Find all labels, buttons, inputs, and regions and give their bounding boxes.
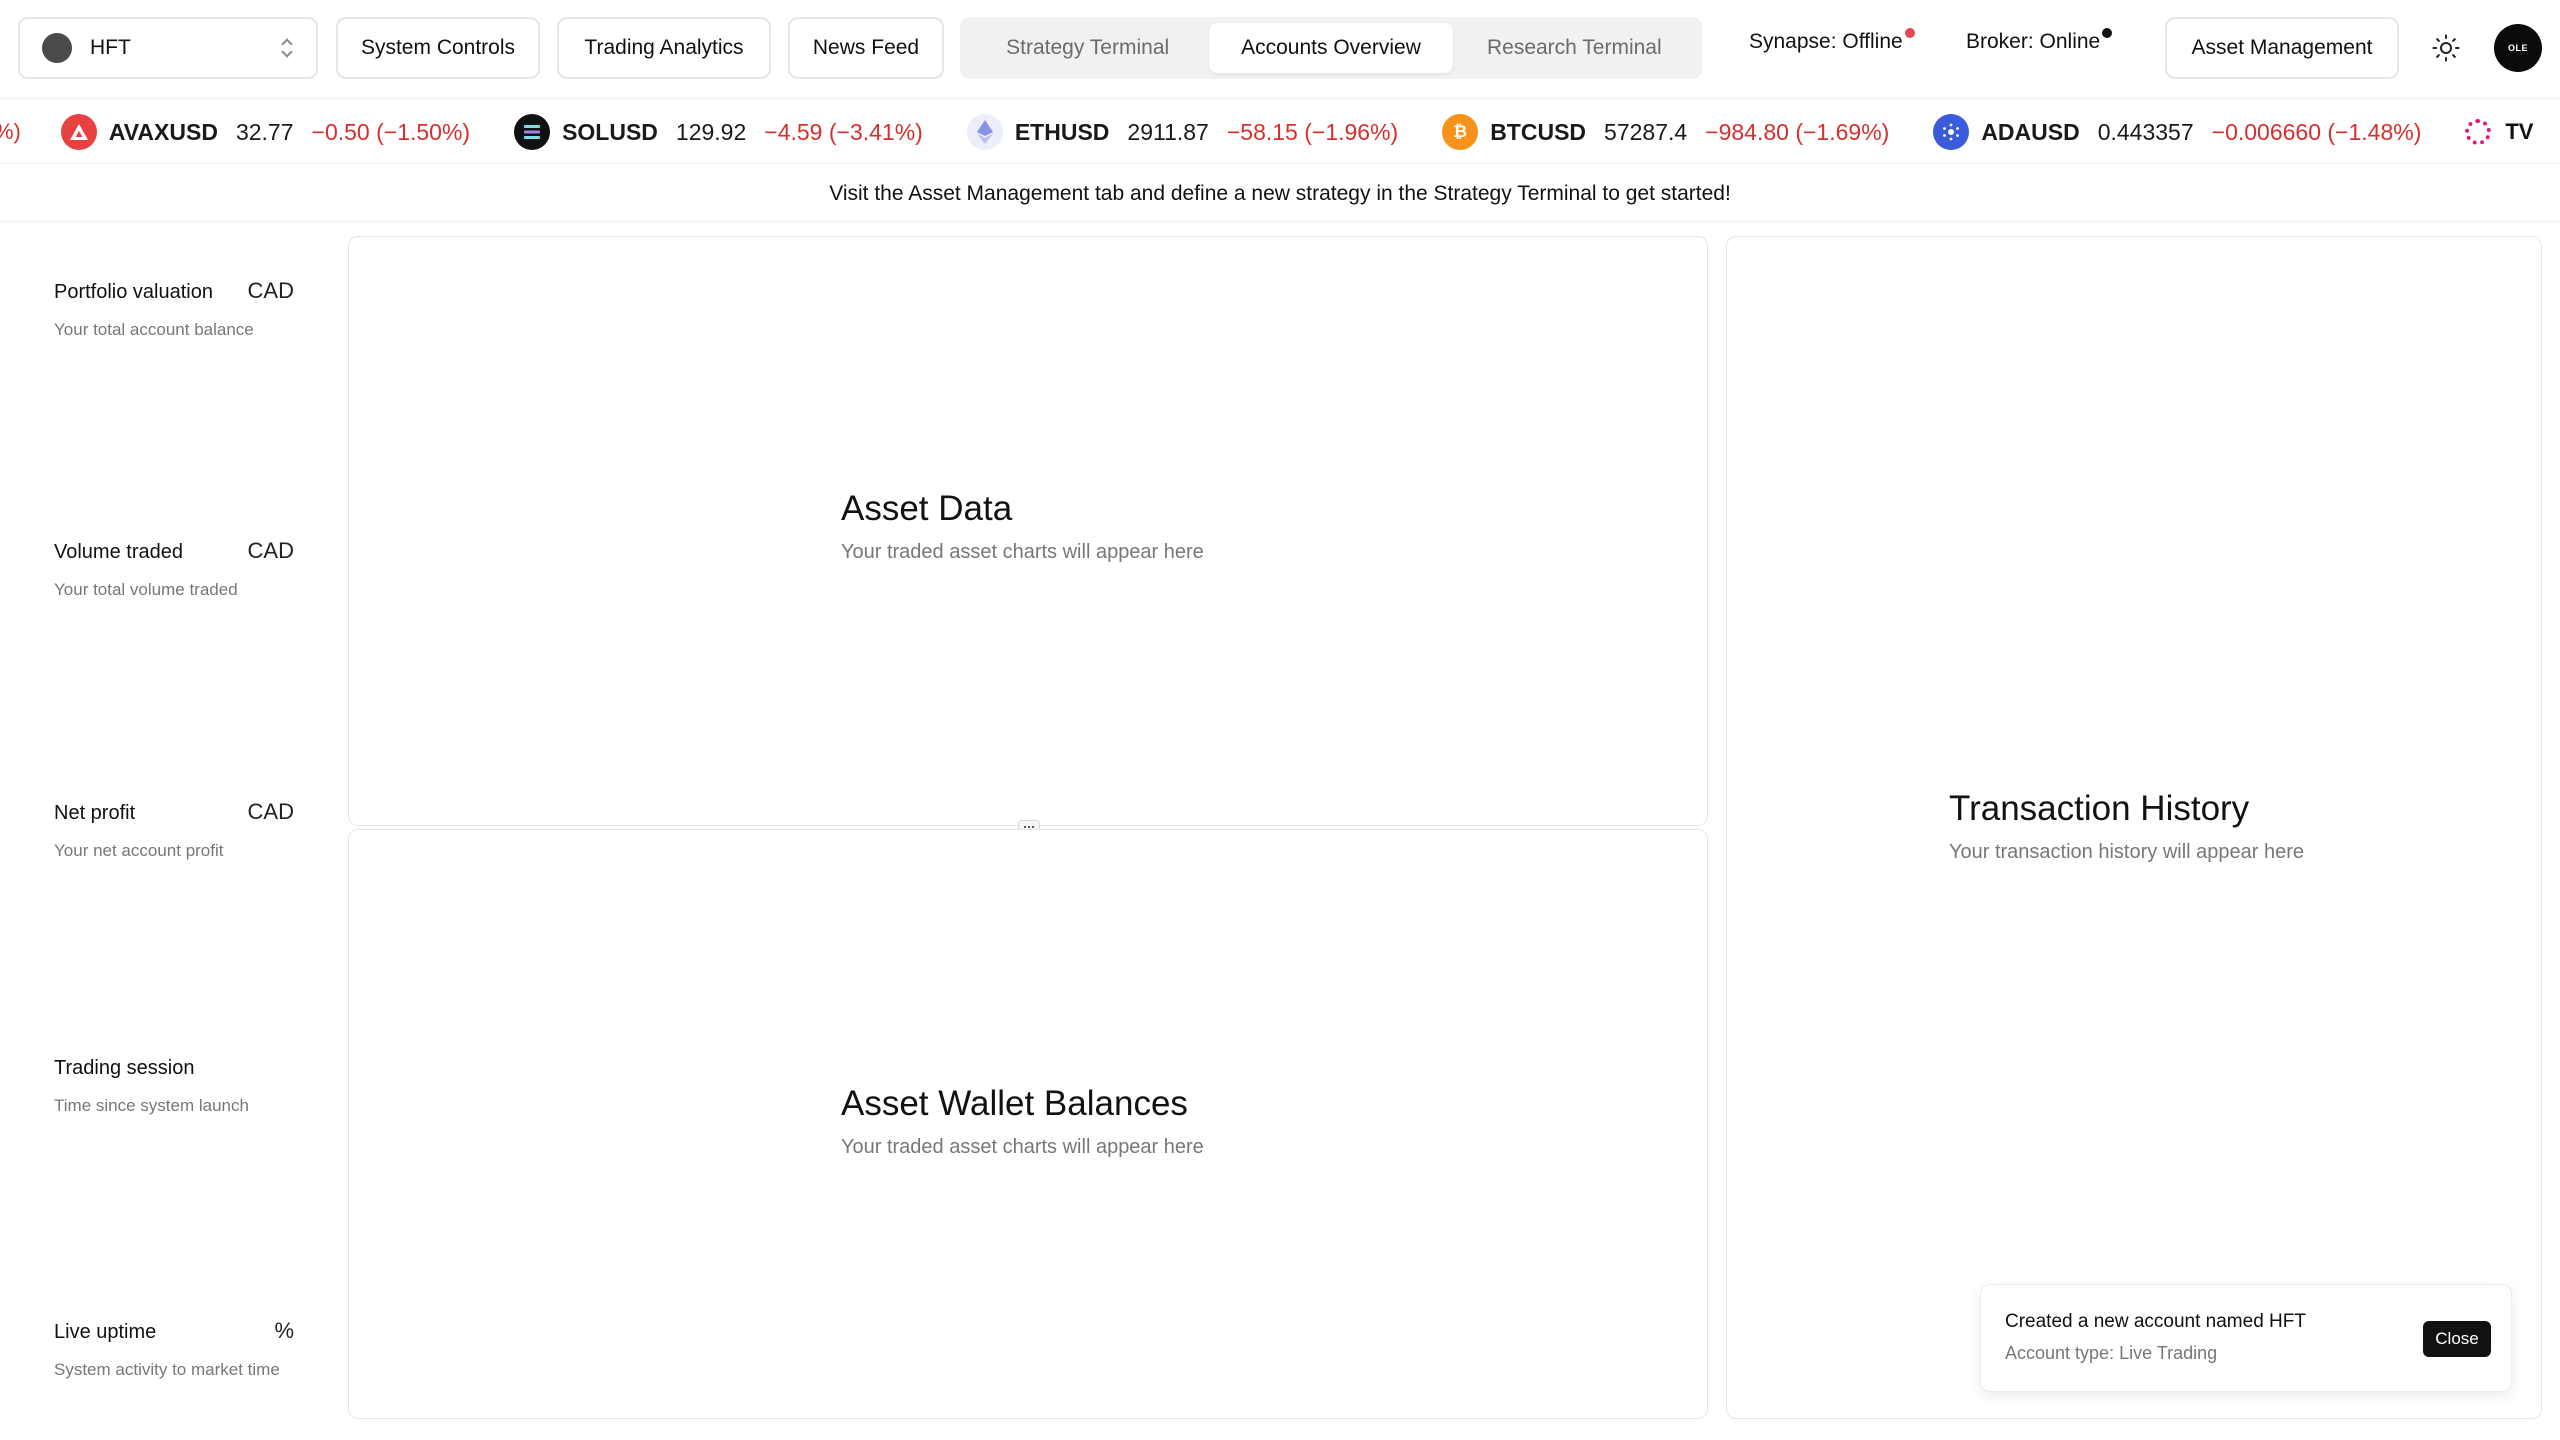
user-avatar[interactable]: OLE xyxy=(2494,24,2542,72)
ticker-item[interactable]: ADAUSD 0.443357 −0.006660 (−1.48%) xyxy=(1933,114,2421,150)
asset-management-button[interactable]: Asset Management xyxy=(2165,17,2399,79)
cardano-icon xyxy=(1933,114,1970,150)
ticker-item[interactable]: TV xyxy=(2465,119,2533,145)
stat-portfolio-valuation: Portfolio valuation CAD Your total accou… xyxy=(54,278,294,340)
offline-status-dot-icon xyxy=(1904,28,1915,38)
panel-title: Asset Data xyxy=(841,489,1013,528)
transaction-history-panel: Transaction History Your transaction his… xyxy=(1726,236,2542,1419)
ticker-change: −0.006660 (−1.48%) xyxy=(2211,118,2422,145)
panel-title: Asset Wallet Balances xyxy=(841,1084,1188,1123)
stat-description: Time since system launch xyxy=(54,1096,249,1115)
ticker-item[interactable]: ₿ BTCUSD 57287.4 −984.80 (−1.69%) xyxy=(1442,114,1889,150)
system-controls-button[interactable]: System Controls xyxy=(336,17,540,79)
toast-notification: Created a new account named HFT Account … xyxy=(1980,1284,2512,1392)
bitcoin-icon: ₿ xyxy=(1442,114,1479,150)
stat-description: Your net account profit xyxy=(54,841,224,860)
stat-unit: % xyxy=(274,1318,294,1343)
stat-unit: CAD xyxy=(247,538,294,563)
ticker-symbol: ADAUSD xyxy=(1981,118,2080,145)
panel-subtitle: Your transaction history will appear her… xyxy=(1949,841,2305,863)
stat-label: Live uptime xyxy=(54,1321,157,1343)
view-tabs: Strategy Terminal Accounts Overview Rese… xyxy=(960,17,1702,79)
stat-net-profit: Net profit CAD Your net account profit xyxy=(54,799,294,861)
ticker-price: 2911.87 xyxy=(1127,118,1209,145)
ticker-change: −984.80 (−1.69%) xyxy=(1705,118,1890,145)
ticker-symbol: ETHUSD xyxy=(1014,118,1110,145)
online-status-dot-icon xyxy=(2102,28,2113,38)
stat-trading-session: Trading session Time since system launch xyxy=(54,1057,294,1116)
asset-wallet-panel: Asset Wallet Balances Your traded asset … xyxy=(348,829,1708,1419)
broker-status[interactable]: Broker: Online xyxy=(1966,28,2113,54)
panel-title: Transaction History xyxy=(1949,789,2250,828)
news-feed-button[interactable]: News Feed xyxy=(788,17,944,79)
trading-analytics-button[interactable]: Trading Analytics xyxy=(557,17,771,79)
tradingview-logo-icon: TV xyxy=(2505,119,2534,144)
ticker-price: 57287.4 xyxy=(1604,118,1688,145)
ticker-price: 129.92 xyxy=(675,118,747,145)
tab-accounts-overview[interactable]: Accounts Overview xyxy=(1209,23,1453,73)
ticker-symbol: SOLUSD xyxy=(562,118,658,145)
stat-description: System activity to market time xyxy=(54,1360,280,1379)
tab-strategy-terminal[interactable]: Strategy Terminal xyxy=(966,23,1209,73)
stat-label: Trading session xyxy=(54,1057,195,1079)
stat-description: Your total volume traded xyxy=(54,580,238,599)
broker-status-label: Broker: Online xyxy=(1966,30,2101,53)
price-ticker: %) AVAXUSD 32.77 −0.50 (−1.50%) SOLUSD 1… xyxy=(0,98,2560,164)
ticker-item[interactable]: AVAXUSD 32.77 −0.50 (−1.50%) xyxy=(60,114,471,150)
ticker-symbol: AVAXUSD xyxy=(108,118,218,145)
stat-label: Volume traded xyxy=(54,541,183,563)
ticker-item[interactable]: SOLUSD 129.92 −4.59 (−3.41%) xyxy=(514,114,923,150)
stat-label: Net profit xyxy=(54,802,136,824)
stat-live-uptime: Live uptime % System activity to market … xyxy=(54,1318,294,1380)
ticker-item[interactable]: ETHUSD 2911.87 −58.15 (−1.96%) xyxy=(966,114,1399,150)
chevron-up-down-icon xyxy=(280,37,294,59)
sun-icon xyxy=(2432,34,2460,62)
ethereum-icon xyxy=(966,114,1003,150)
synapse-status-label: Synapse: Offline xyxy=(1749,30,1903,53)
panel-subtitle: Your traded asset charts will appear her… xyxy=(841,541,1204,563)
stat-unit: CAD xyxy=(247,799,294,824)
avax-icon xyxy=(60,114,97,150)
toast-close-button[interactable]: Close xyxy=(2423,1321,2491,1357)
stat-unit: CAD xyxy=(247,278,294,303)
ticker-price: 0.443357 xyxy=(2097,118,2194,145)
onboarding-banner: Visit the Asset Management tab and defin… xyxy=(0,166,2560,222)
stat-label: Portfolio valuation xyxy=(54,281,213,303)
account-selector[interactable]: HFT xyxy=(18,17,318,79)
account-name: HFT xyxy=(90,36,131,59)
ticker-change: −58.15 (−1.96%) xyxy=(1226,118,1399,145)
asset-data-panel: Asset Data Your traded asset charts will… xyxy=(348,236,1708,826)
ticker-fragment: %) xyxy=(0,119,21,144)
toast-description: Account type: Live Trading xyxy=(2005,1343,2218,1363)
ticker-symbol: BTCUSD xyxy=(1490,118,1587,145)
ticker-change: −0.50 (−1.50%) xyxy=(311,118,471,145)
polkadot-icon xyxy=(2465,119,2492,145)
top-navigation: HFT System Controls Trading Analytics Ne… xyxy=(0,0,2560,96)
stat-description: Your total account balance xyxy=(54,320,254,339)
solana-icon xyxy=(514,114,551,150)
tab-research-terminal[interactable]: Research Terminal xyxy=(1453,23,1696,73)
ticker-price: 32.77 xyxy=(235,118,294,145)
stat-volume-traded: Volume traded CAD Your total volume trad… xyxy=(54,538,294,600)
account-avatar-icon xyxy=(42,33,72,63)
theme-toggle-button[interactable] xyxy=(2424,26,2468,70)
synapse-status[interactable]: Synapse: Offline xyxy=(1749,28,1915,54)
panel-subtitle: Your traded asset charts will appear her… xyxy=(841,1136,1204,1158)
ticker-change: −4.59 (−3.41%) xyxy=(764,118,923,145)
toast-title: Created a new account named HFT xyxy=(2005,1311,2306,1332)
